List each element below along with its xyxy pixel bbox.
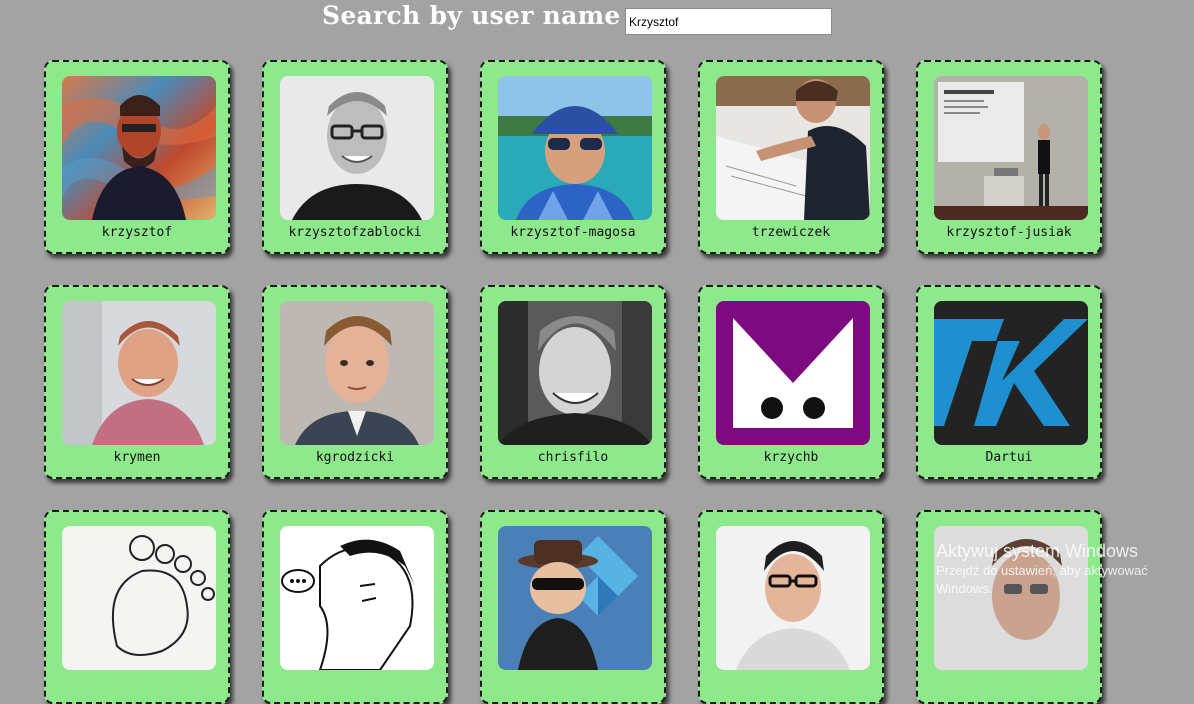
search-bar: Search by user name bbox=[0, 0, 1194, 40]
user-name: krymen bbox=[113, 450, 161, 465]
user-card[interactable]: krzychb bbox=[698, 285, 884, 479]
user-card[interactable] bbox=[480, 510, 666, 704]
user-avatar bbox=[498, 526, 652, 670]
user-name: krzysztofzablocki bbox=[288, 225, 422, 240]
search-label: Search by user name bbox=[322, 1, 621, 30]
user-avatar bbox=[934, 76, 1088, 220]
user-card[interactable] bbox=[916, 510, 1102, 704]
search-input[interactable] bbox=[625, 8, 832, 35]
user-avatar bbox=[716, 76, 870, 220]
user-name: trzewiczek bbox=[751, 225, 831, 240]
user-avatar bbox=[62, 76, 216, 220]
user-name: Dartui bbox=[985, 450, 1033, 465]
user-name: krzysztof-magosa bbox=[510, 225, 636, 240]
user-card[interactable]: kgrodzicki bbox=[262, 285, 448, 479]
user-avatar bbox=[280, 526, 434, 670]
user-card[interactable] bbox=[698, 510, 884, 704]
user-name: chrisfilo bbox=[537, 450, 609, 465]
user-avatar bbox=[934, 301, 1088, 445]
user-avatar bbox=[498, 301, 652, 445]
user-avatar bbox=[280, 301, 434, 445]
user-card[interactable]: Dartui bbox=[916, 285, 1102, 479]
user-card[interactable] bbox=[262, 510, 448, 704]
user-avatar bbox=[716, 301, 870, 445]
user-card[interactable] bbox=[44, 510, 230, 704]
user-card[interactable]: krzysztof-jusiak bbox=[916, 60, 1102, 254]
user-avatar bbox=[934, 526, 1088, 670]
user-name: krzysztof-jusiak bbox=[946, 225, 1072, 240]
user-card[interactable]: krymen bbox=[44, 285, 230, 479]
user-name: krzysztof bbox=[101, 225, 173, 240]
user-name: kgrodzicki bbox=[315, 450, 395, 465]
user-card[interactable]: chrisfilo bbox=[480, 285, 666, 479]
user-card[interactable]: trzewiczek bbox=[698, 60, 884, 254]
user-card[interactable]: krzysztofzablocki bbox=[262, 60, 448, 254]
user-name: krzychb bbox=[763, 450, 819, 465]
user-avatar bbox=[498, 76, 652, 220]
user-avatar bbox=[62, 526, 216, 670]
user-avatar bbox=[280, 76, 434, 220]
user-card[interactable]: krzysztof bbox=[44, 60, 230, 254]
user-avatar bbox=[716, 526, 870, 670]
user-card[interactable]: krzysztof-magosa bbox=[480, 60, 666, 254]
user-avatar bbox=[62, 301, 216, 445]
